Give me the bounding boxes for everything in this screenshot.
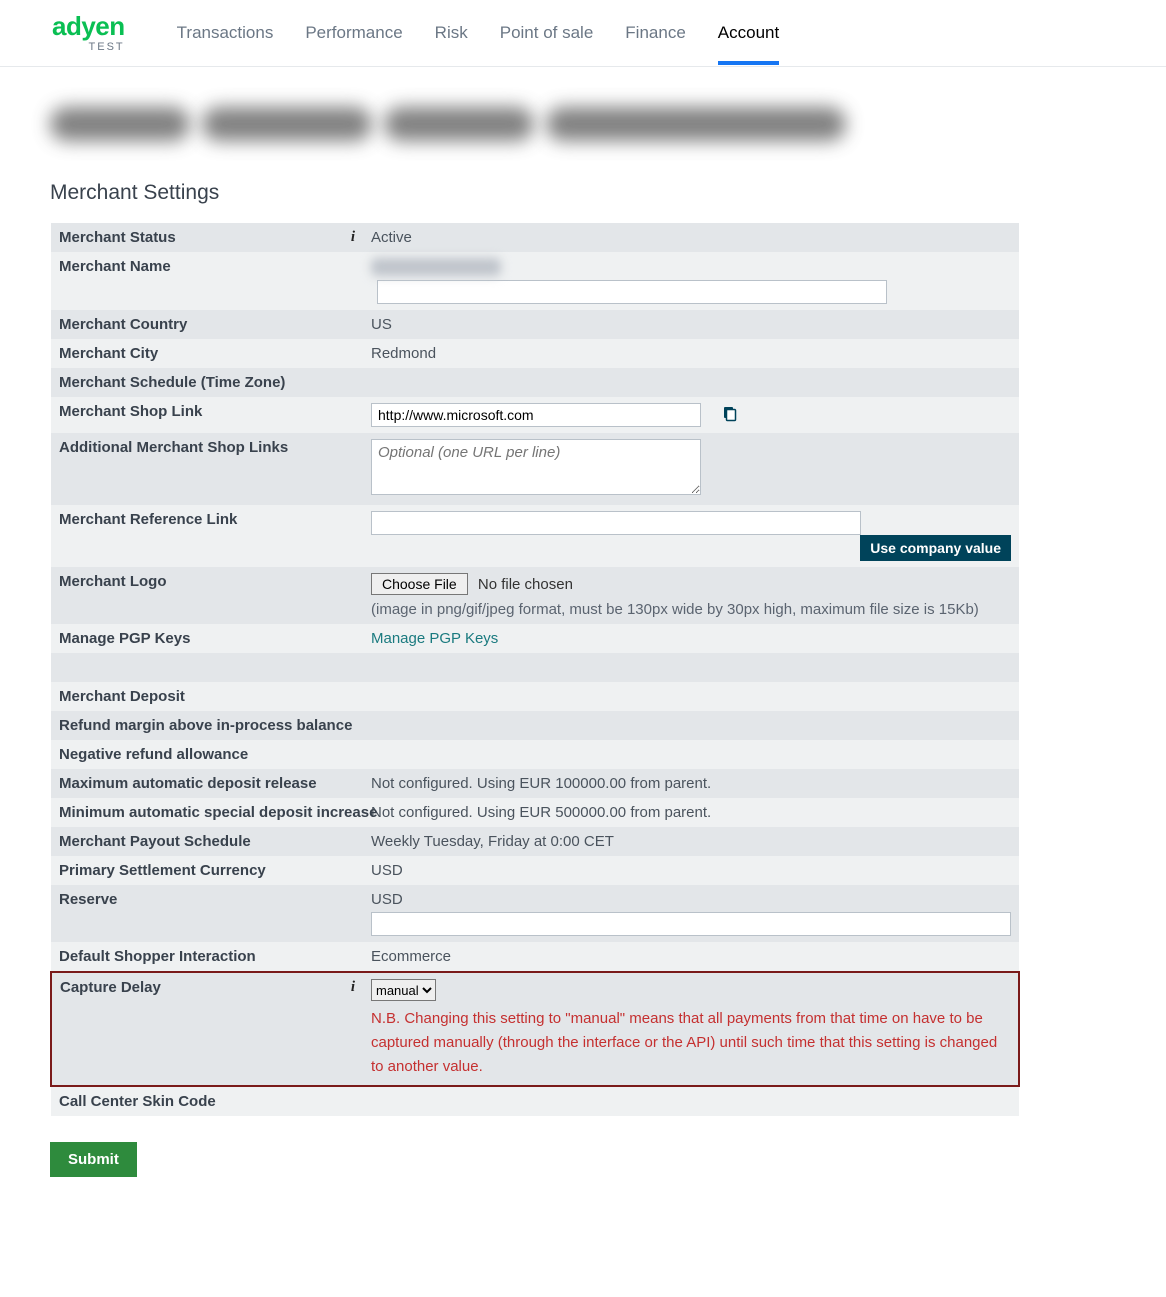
input-additional-links[interactable] xyxy=(371,439,701,495)
info-icon[interactable]: i xyxy=(351,979,355,996)
row-payout-schedule: Merchant Payout Schedule Weekly Tuesday,… xyxy=(51,827,1019,856)
info-icon[interactable]: i xyxy=(351,229,355,246)
nav-performance[interactable]: Performance xyxy=(305,2,402,64)
value-reserve: USD xyxy=(371,891,403,908)
label-merchant-shop-link: Merchant Shop Link xyxy=(51,397,363,433)
nav-transactions[interactable]: Transactions xyxy=(177,2,274,64)
label-max-auto-deposit: Maximum automatic deposit release xyxy=(51,769,363,798)
capture-delay-warning: N.B. Changing this setting to "manual" m… xyxy=(371,1007,1010,1079)
row-refund-margin: Refund margin above in-process balance xyxy=(51,711,1019,740)
label-merchant-country: Merchant Country xyxy=(51,310,363,339)
value-payout-schedule: Weekly Tuesday, Friday at 0:00 CET xyxy=(363,827,1019,856)
copy-icon[interactable] xyxy=(721,406,737,426)
row-capture-delay: Capture Delay i manual N.B. Changing thi… xyxy=(51,972,1019,1086)
input-merchant-reference-link[interactable] xyxy=(371,511,861,535)
value-merchant-country: US xyxy=(363,310,1019,339)
page-title-redacted xyxy=(50,107,1020,151)
row-merchant-schedule: Merchant Schedule (Time Zone) xyxy=(51,368,1019,397)
nav-finance[interactable]: Finance xyxy=(625,2,685,64)
label-merchant-deposit: Merchant Deposit xyxy=(51,682,363,711)
nav-account[interactable]: Account xyxy=(718,2,779,64)
choose-file-button[interactable]: Choose File xyxy=(371,573,468,595)
logo-hint: (image in png/gif/jpeg format, must be 1… xyxy=(371,601,1011,618)
row-reserve: Reserve USD xyxy=(51,885,1019,942)
row-negative-refund: Negative refund allowance xyxy=(51,740,1019,769)
label-default-shopper: Default Shopper Interaction xyxy=(51,942,363,972)
brand-env: TEST xyxy=(52,41,125,53)
top-bar: adyen TEST Transactions Performance Risk… xyxy=(0,0,1166,67)
label-negative-refund: Negative refund allowance xyxy=(51,740,363,769)
section-title: Merchant Settings xyxy=(50,181,1020,205)
label-merchant-reference-link: Merchant Reference Link xyxy=(51,505,363,567)
row-merchant-city: Merchant City Redmond xyxy=(51,339,1019,368)
value-merchant-status: Active xyxy=(363,223,1019,252)
manage-pgp-link[interactable]: Manage PGP Keys xyxy=(371,630,498,647)
settings-table: Merchant Status i Active Merchant Name M… xyxy=(50,223,1020,1116)
value-primary-settlement: USD xyxy=(363,856,1019,885)
value-max-auto-deposit: Not configured. Using EUR 100000.00 from… xyxy=(363,769,1019,798)
page-content: Merchant Settings Merchant Status i Acti… xyxy=(0,67,1070,1297)
submit-button[interactable]: Submit xyxy=(50,1142,137,1177)
value-merchant-schedule xyxy=(363,368,1019,397)
row-primary-settlement: Primary Settlement Currency USD xyxy=(51,856,1019,885)
row-max-auto-deposit: Maximum automatic deposit release Not co… xyxy=(51,769,1019,798)
label-additional-links: Additional Merchant Shop Links xyxy=(51,433,363,505)
label-reserve: Reserve xyxy=(51,885,363,942)
label-primary-settlement: Primary Settlement Currency xyxy=(51,856,363,885)
input-merchant-shop-link[interactable] xyxy=(371,403,701,427)
row-spacer-1 xyxy=(51,653,1019,682)
value-min-auto-special: Not configured. Using EUR 500000.00 from… xyxy=(363,798,1019,827)
use-company-value-button[interactable]: Use company value xyxy=(860,535,1011,561)
input-merchant-name[interactable] xyxy=(377,280,887,304)
row-manage-pgp: Manage PGP Keys Manage PGP Keys xyxy=(51,624,1019,653)
main-nav: Transactions Performance Risk Point of s… xyxy=(177,2,780,64)
row-merchant-deposit: Merchant Deposit xyxy=(51,682,1019,711)
file-status: No file chosen xyxy=(478,576,573,593)
brand-logo: adyen TEST xyxy=(52,13,125,53)
row-min-auto-special: Minimum automatic special deposit increa… xyxy=(51,798,1019,827)
row-merchant-status: Merchant Status i Active xyxy=(51,223,1019,252)
value-default-shopper: Ecommerce xyxy=(363,942,1019,972)
row-default-shopper: Default Shopper Interaction Ecommerce xyxy=(51,942,1019,972)
label-min-auto-special: Minimum automatic special deposit increa… xyxy=(51,798,363,827)
row-merchant-country: Merchant Country US xyxy=(51,310,1019,339)
row-call-center-skin: Call Center Skin Code xyxy=(51,1086,1019,1116)
nav-point-of-sale[interactable]: Point of sale xyxy=(500,2,594,64)
label-refund-margin: Refund margin above in-process balance xyxy=(51,711,363,740)
select-capture-delay[interactable]: manual xyxy=(371,979,436,1001)
label-call-center-skin: Call Center Skin Code xyxy=(51,1086,363,1116)
row-merchant-name: Merchant Name xyxy=(51,252,1019,310)
row-merchant-shop-link: Merchant Shop Link xyxy=(51,397,1019,433)
label-merchant-city: Merchant City xyxy=(51,339,363,368)
value-merchant-city: Redmond xyxy=(363,339,1019,368)
brand-name: adyen xyxy=(52,13,125,39)
label-merchant-schedule: Merchant Schedule (Time Zone) xyxy=(51,368,363,397)
nav-risk[interactable]: Risk xyxy=(435,2,468,64)
label-merchant-name: Merchant Name xyxy=(51,252,363,310)
label-manage-pgp: Manage PGP Keys xyxy=(51,624,363,653)
row-additional-links: Additional Merchant Shop Links xyxy=(51,433,1019,505)
row-merchant-logo: Merchant Logo Choose File No file chosen… xyxy=(51,567,1019,624)
input-reserve[interactable] xyxy=(371,912,1011,936)
value-merchant-name-redacted xyxy=(371,258,501,276)
row-merchant-reference-link: Merchant Reference Link Use company valu… xyxy=(51,505,1019,567)
label-capture-delay: Capture Delay xyxy=(60,979,161,996)
label-merchant-status: Merchant Status xyxy=(59,229,176,246)
label-merchant-logo: Merchant Logo xyxy=(51,567,363,624)
label-payout-schedule: Merchant Payout Schedule xyxy=(51,827,363,856)
